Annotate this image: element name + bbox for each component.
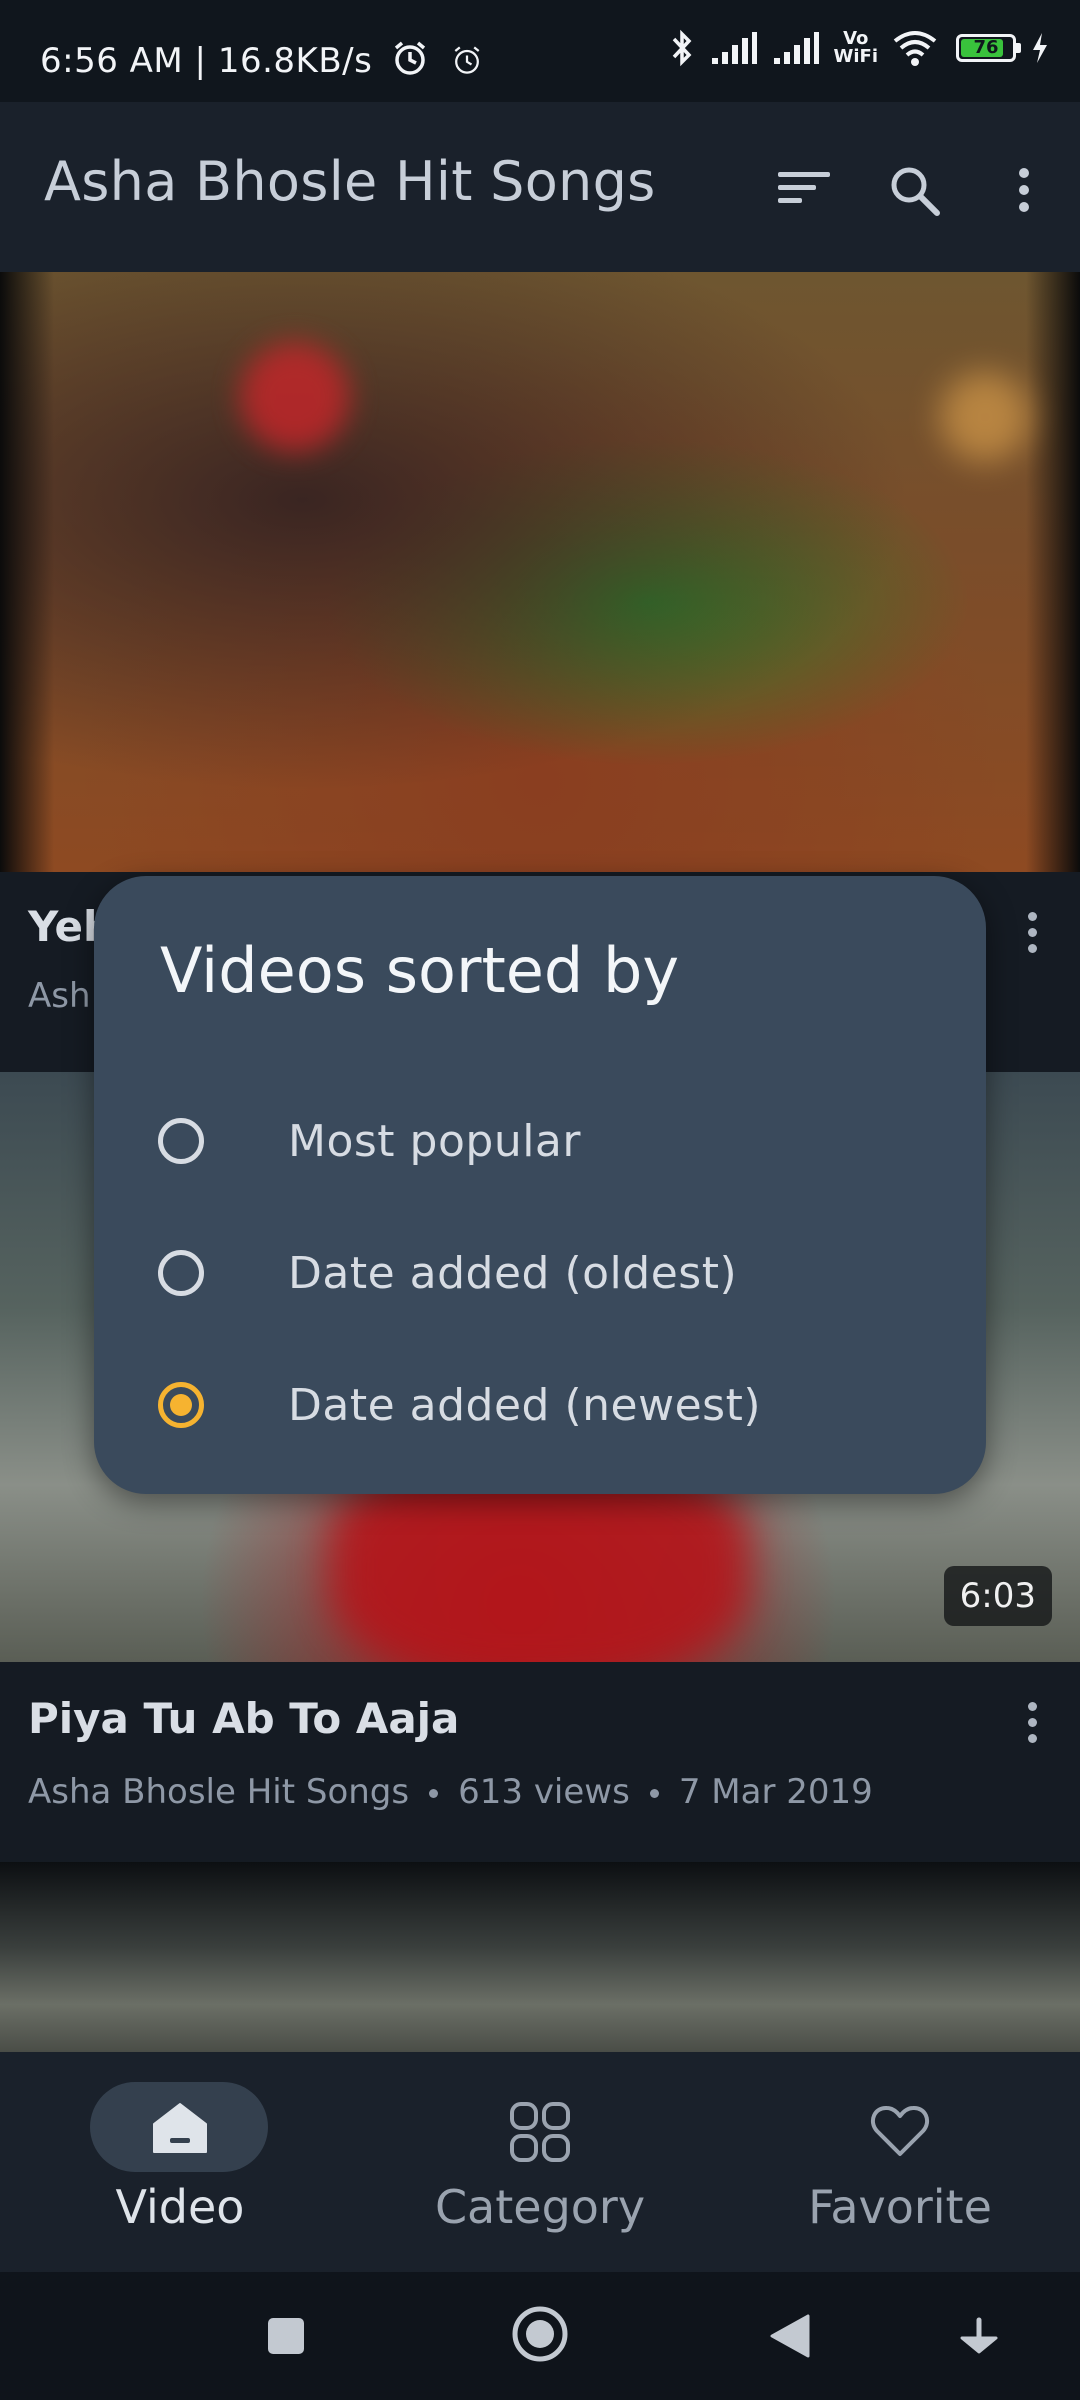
battery-level: 76 [973,37,999,58]
video-subtitle: Asha Bhosle Hit Songs 613 views 7 Mar 2019 [28,1772,873,1812]
sort-option-most-popular[interactable]: Most popular [158,1086,958,1196]
video-options-icon[interactable] [1012,902,1052,962]
duration-badge: 6:03 [943,1566,1052,1626]
alarm-icon [394,41,425,75]
radio-selected-icon[interactable] [158,1382,204,1428]
nav-item-video[interactable]: Video [0,2052,360,2272]
home-circle-icon[interactable] [510,2304,570,2364]
sort-option-oldest[interactable]: Date added (oldest) [158,1218,958,1328]
option-label: Most popular [288,1115,581,1167]
system-nav-bar [0,2272,1080,2400]
signal-2-icon [773,32,819,64]
vowifi-bottom: WiFi [833,46,879,67]
nav-label: Category [434,2180,646,2234]
nav-item-favorite[interactable]: Favorite [720,2052,1080,2272]
sort-dialog: Videos sorted by Most popular Date added… [94,876,986,1494]
video-options-icon[interactable] [1012,1692,1052,1752]
sort-icon[interactable] [776,168,832,208]
video-thumbnail-1[interactable] [0,272,1080,872]
video-title: Piya Tu Ab To Aaja [28,1694,460,1743]
radio-unselected-icon[interactable] [158,1118,204,1164]
status-icons: Vo WiFi 76 [668,28,1051,68]
notification-pull-icon[interactable] [958,2316,1000,2358]
video-views: 613 views [458,1772,630,1812]
grid-icon [510,2102,570,2162]
option-label: Date added (newest) [288,1379,761,1431]
status-time-text: 6:56 AM | 16.8KB/s [40,41,373,81]
option-label: Date added (oldest) [288,1247,738,1299]
bluetooth-icon [672,29,691,67]
separator-dot [649,1789,659,1798]
sort-option-newest[interactable]: Date added (newest) [158,1350,958,1460]
nav-label: Video [115,2180,245,2234]
alarm-outline-icon [454,46,480,74]
separator-dot [429,1789,439,1798]
vowifi-label: Vo WiFi [834,30,879,66]
nav-label: Favorite [808,2180,992,2234]
more-vert-icon[interactable] [1004,160,1044,220]
dialog-title: Videos sorted by [160,934,680,1007]
heart-icon [871,2106,929,2156]
video-subtitle: Ash [28,976,91,1016]
bottom-nav: Video Category Favorite [0,2052,1080,2272]
signal-1-icon [711,32,757,64]
status-time-speed: 6:56 AM | 16.8KB/s [40,38,485,81]
recents-square-icon[interactable] [266,2316,306,2356]
back-triangle-icon[interactable] [768,2312,812,2360]
video-channel: Asha Bhosle Hit Songs [28,1772,410,1812]
video-date: 7 Mar 2019 [678,1772,873,1812]
video-meta-2[interactable]: Piya Tu Ab To Aaja Asha Bhosle Hit Songs… [0,1662,1080,1862]
app-title: Asha Bhosle Hit Songs [44,150,656,213]
battery-icon: 76 [956,34,1021,62]
home-icon [153,2103,207,2153]
wifi-icon [893,31,937,66]
charging-icon [1033,33,1047,63]
nav-item-category[interactable]: Category [360,2052,720,2272]
video-thumbnail-3[interactable] [0,1862,1080,2052]
radio-unselected-icon[interactable] [158,1250,204,1296]
search-icon[interactable] [888,164,942,218]
